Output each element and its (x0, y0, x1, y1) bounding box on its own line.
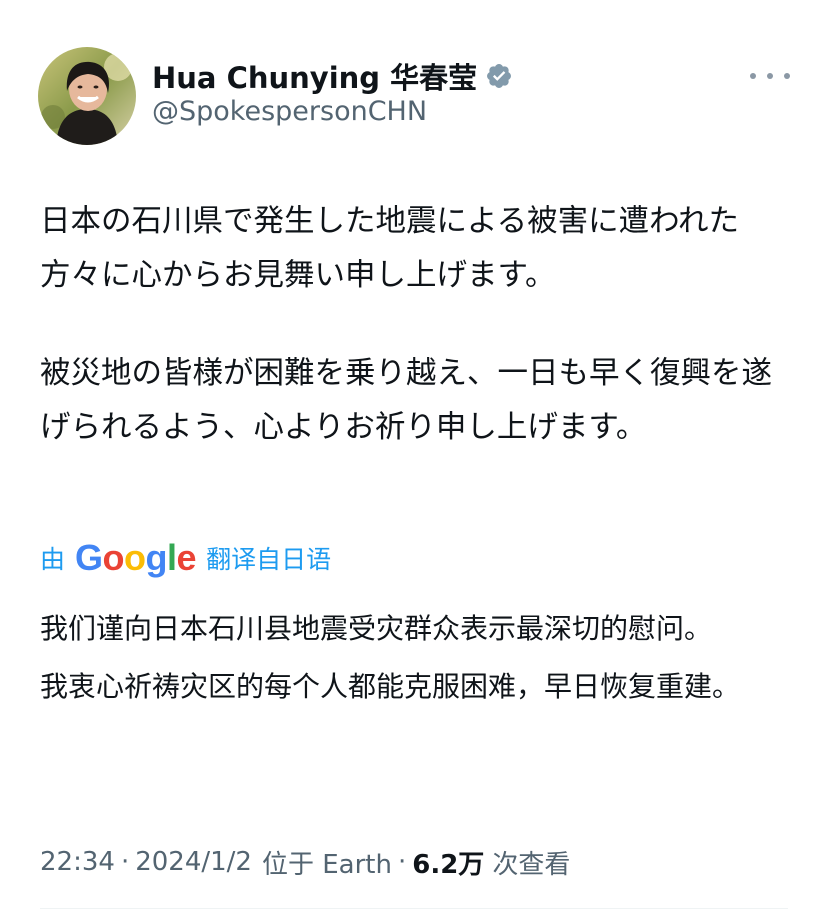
translate-prefix: 由 (40, 545, 66, 574)
translation-paragraph: 我们谨向日本石川县地震受灾群众表示最深切的慰问。 (40, 612, 713, 645)
meta-separator: · (397, 847, 407, 877)
tweet-paragraph: 被災地の皆様が困難を乗り越え、一日も早く復興を遂げられるよう、心よりお祈り申し上… (40, 356, 772, 445)
translated-text: 我们谨向日本石川县地震受灾群众表示最深切的慰问。 我衷心祈祷灾区的每个人都能克服… (40, 606, 780, 710)
tweet-location: 位于 Earth (261, 849, 392, 880)
author-name-row[interactable]: Hua Chunying 华春莹 (152, 56, 513, 96)
tweet-date[interactable]: 2024/1/2 (135, 847, 252, 877)
translation-paragraph: 我衷心祈祷灾区的每个人都能克服困难，早日恢复重建。 (40, 670, 741, 703)
avatar[interactable] (38, 47, 136, 145)
tweet-meta: 22:34 · 2024/1/2 位于 Earth · 6.2万 次查看 (40, 842, 570, 882)
divider (40, 908, 788, 909)
tweet: Hua Chunying 华春莹 @SpokespersonCHN 日本の石川県… (0, 0, 828, 923)
author-handle[interactable]: @SpokespersonCHN (152, 96, 427, 127)
verified-badge-icon (485, 62, 513, 90)
avatar-image (38, 47, 136, 145)
tweet-text: 日本の石川県で発生した地震による被害に遭われた方々に心からお見舞い申し上げます。… (40, 195, 800, 455)
views-count[interactable]: 6.2万 (412, 844, 484, 881)
tweet-time[interactable]: 22:34 (40, 847, 115, 877)
google-logo: Google (75, 537, 197, 578)
display-name[interactable]: Hua Chunying 华春莹 (152, 55, 477, 97)
translation-attribution[interactable]: 由 Google 翻译自日语 (40, 538, 331, 578)
meta-separator: · (120, 847, 130, 877)
tweet-paragraph: 日本の石川県で発生した地震による被害に遭われた方々に心からお見舞い申し上げます。 (40, 204, 740, 293)
translate-suffix: 翻译自日语 (206, 545, 332, 574)
views-label: 次查看 (492, 849, 571, 880)
more-options-icon[interactable] (750, 64, 790, 88)
